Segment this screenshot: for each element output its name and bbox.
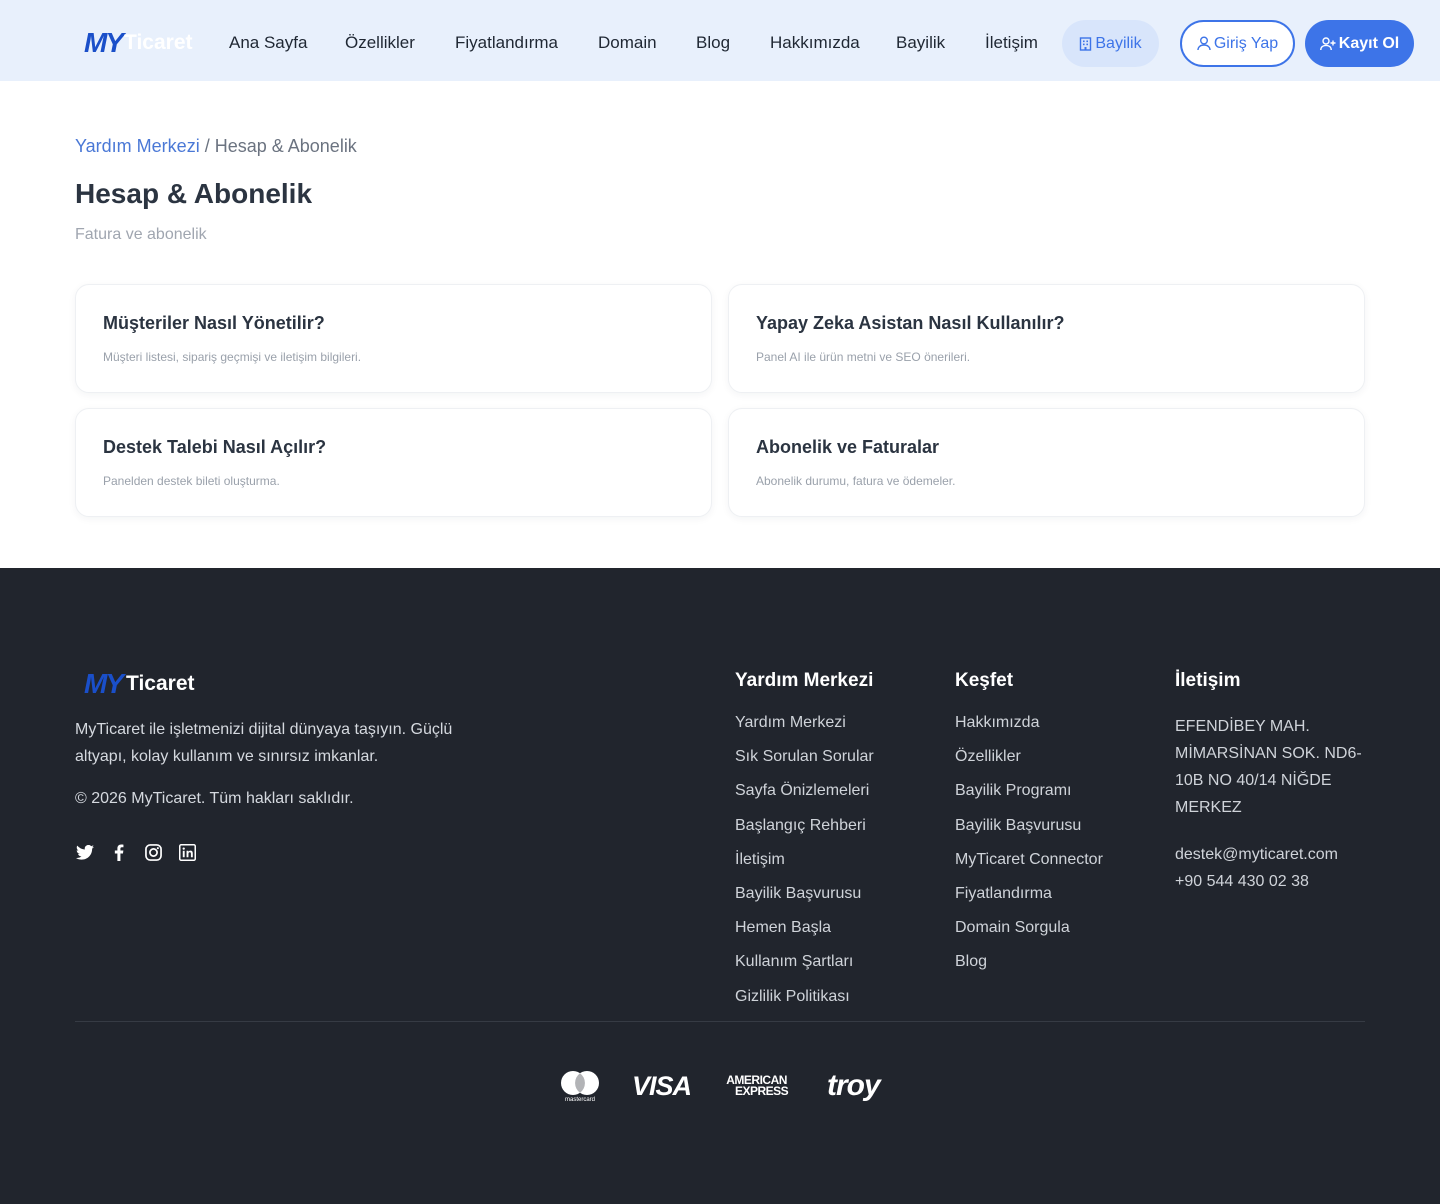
article-card[interactable]: Yapay Zeka Asistan Nasıl Kullanılır? Pan… bbox=[728, 284, 1365, 393]
contact-phone[interactable]: +90 544 430 02 38 bbox=[1175, 868, 1365, 895]
site-footer: MY Ticaret MyTicaret ile işletmenizi dij… bbox=[0, 568, 1440, 1204]
article-card-desc: Panel AI ile ürün metni ve SEO önerileri… bbox=[756, 350, 971, 364]
footer-help-links: Yardım Merkezi Sık Sorulan Sorular Sayfa… bbox=[735, 713, 874, 1021]
site-header: MY Ticaret Ana Sayfa Özellikler Fiyatlan… bbox=[0, 0, 1440, 81]
footer-link[interactable]: Domain Sorgula bbox=[955, 918, 1103, 952]
footer-logo-text: Ticaret bbox=[126, 672, 195, 695]
footer-help-title: Yardım Merkezi bbox=[735, 670, 874, 691]
footer-link[interactable]: Blog bbox=[955, 952, 1103, 986]
article-card-title: Müşteriler Nasıl Yönetilir? bbox=[103, 313, 325, 333]
footer-logo[interactable]: MY Ticaret bbox=[84, 668, 195, 700]
bayilik-button-label: Bayilik bbox=[1095, 34, 1142, 52]
nav-item-fiyatlandirma[interactable]: Fiyatlandırma bbox=[455, 33, 558, 53]
page-title: Hesap & Abonelik bbox=[75, 178, 313, 209]
visa-logo: VISA bbox=[632, 1070, 692, 1101]
nav-item-blog[interactable]: Blog bbox=[696, 33, 730, 53]
article-card-title: Yapay Zeka Asistan Nasıl Kullanılır? bbox=[756, 313, 1065, 333]
nav-item-hakkimizda[interactable]: Hakkımızda bbox=[770, 33, 860, 53]
footer-discover-title: Keşfet bbox=[955, 670, 1014, 691]
footer-link[interactable]: Hakkımızda bbox=[955, 713, 1103, 747]
nav-item-iletisim[interactable]: İletişim bbox=[985, 33, 1038, 53]
footer-link[interactable]: Sayfa Önizlemeleri bbox=[735, 781, 874, 815]
mastercard-text: mastercard bbox=[565, 1097, 595, 1103]
twitter-icon[interactable] bbox=[76, 843, 94, 861]
nav-item-bayilik[interactable]: Bayilik bbox=[896, 33, 945, 53]
footer-contact-title: İletişim bbox=[1175, 670, 1241, 691]
linkedin-icon[interactable] bbox=[178, 843, 196, 861]
footer-link[interactable]: MyTicaret Connector bbox=[955, 850, 1103, 884]
breadcrumb-current: Hesap & Abonelik bbox=[214, 136, 357, 156]
page-subtitle: Fatura ve abonelik bbox=[75, 226, 207, 243]
brand-logo[interactable]: MY Ticaret bbox=[84, 27, 193, 58]
user-icon bbox=[1197, 36, 1211, 51]
nav-item-ozellikler[interactable]: Özellikler bbox=[345, 33, 415, 53]
logo-mark: MY bbox=[84, 27, 124, 58]
article-card-desc: Panelden destek bileti oluşturma. bbox=[103, 474, 280, 488]
article-card-title: Abonelik ve Faturalar bbox=[756, 437, 940, 457]
amex-logo: AMERICAN EXPRESS bbox=[725, 1066, 788, 1106]
instagram-icon[interactable] bbox=[144, 843, 162, 861]
breadcrumb-separator: / bbox=[199, 136, 215, 156]
article-card[interactable]: Destek Talebi Nasıl Açılır? Panelden des… bbox=[75, 408, 712, 517]
footer-link[interactable]: Yardım Merkezi bbox=[735, 713, 874, 747]
article-card[interactable]: Müşteriler Nasıl Yönetilir? Müşteri list… bbox=[75, 284, 712, 393]
breadcrumb: Yardım Merkezi / Hesap & Abonelik bbox=[75, 136, 357, 157]
footer-link[interactable]: İletişim bbox=[735, 850, 874, 884]
footer-link[interactable]: Gizlilik Politikası bbox=[735, 987, 874, 1021]
facebook-icon[interactable] bbox=[110, 843, 128, 861]
article-card-desc: Müşteri listesi, sipariş geçmişi ve ilet… bbox=[103, 350, 362, 364]
footer-about-text: MyTicaret ile işletmenizi dijital dünyay… bbox=[75, 721, 453, 765]
footer-contact: EFENDİBEY MAH. MİMARSİNAN SOK. ND6-10B N… bbox=[1175, 713, 1365, 895]
footer-divider bbox=[75, 1021, 1365, 1022]
footer-copyright: © 2026 MyTicaret. Tüm hakları saklıdır. bbox=[75, 790, 354, 807]
footer-link[interactable]: Özellikler bbox=[955, 747, 1103, 781]
user-plus-icon bbox=[1319, 36, 1336, 50]
footer-link[interactable]: Bayilik Başvurusu bbox=[735, 884, 874, 918]
register-button-label: Kayıt Ol bbox=[1338, 34, 1400, 52]
footer-link[interactable]: Sık Sorulan Sorular bbox=[735, 747, 874, 781]
footer-link[interactable]: Başlangıç Rehberi bbox=[735, 816, 874, 850]
logo-text: Ticaret bbox=[124, 31, 193, 54]
contact-address: EFENDİBEY MAH. MİMARSİNAN SOK. ND6-10B N… bbox=[1175, 718, 1362, 816]
breadcrumb-root-link[interactable]: Yardım Merkezi bbox=[75, 136, 200, 156]
social-links bbox=[76, 843, 196, 861]
bayilik-button[interactable]: Bayilik bbox=[1062, 20, 1159, 67]
footer-link[interactable]: Bayilik Başvurusu bbox=[955, 816, 1103, 850]
footer-discover-links: Hakkımızda Özellikler Bayilik Programı B… bbox=[955, 713, 1103, 987]
nav-item-ana-sayfa[interactable]: Ana Sayfa bbox=[229, 33, 307, 53]
footer-logo-mark: MY bbox=[84, 668, 124, 699]
building-icon bbox=[1080, 36, 1092, 51]
login-button-label: Giriş Yap bbox=[1213, 34, 1279, 52]
footer-link[interactable]: Fiyatlandırma bbox=[955, 884, 1103, 918]
footer-link[interactable]: Hemen Başla bbox=[735, 918, 874, 952]
mastercard-logo: mastercard bbox=[559, 1066, 601, 1106]
register-button[interactable]: Kayıt Ol bbox=[1305, 20, 1414, 67]
footer-link[interactable]: Kullanım Şartları bbox=[735, 952, 874, 986]
nav-item-domain[interactable]: Domain bbox=[598, 33, 657, 53]
article-card-desc: Abonelik durumu, fatura ve ödemeler. bbox=[756, 474, 956, 488]
troy-logo: troy bbox=[827, 1069, 881, 1102]
footer-link[interactable]: Bayilik Programı bbox=[955, 781, 1103, 815]
contact-email[interactable]: destek@myticaret.com bbox=[1175, 841, 1365, 868]
amex-line-2: EXPRESS bbox=[735, 1084, 789, 1098]
article-card[interactable]: Abonelik ve Faturalar Abonelik durumu, f… bbox=[728, 408, 1365, 517]
login-button[interactable]: Giriş Yap bbox=[1180, 20, 1295, 67]
article-card-title: Destek Talebi Nasıl Açılır? bbox=[103, 437, 327, 457]
